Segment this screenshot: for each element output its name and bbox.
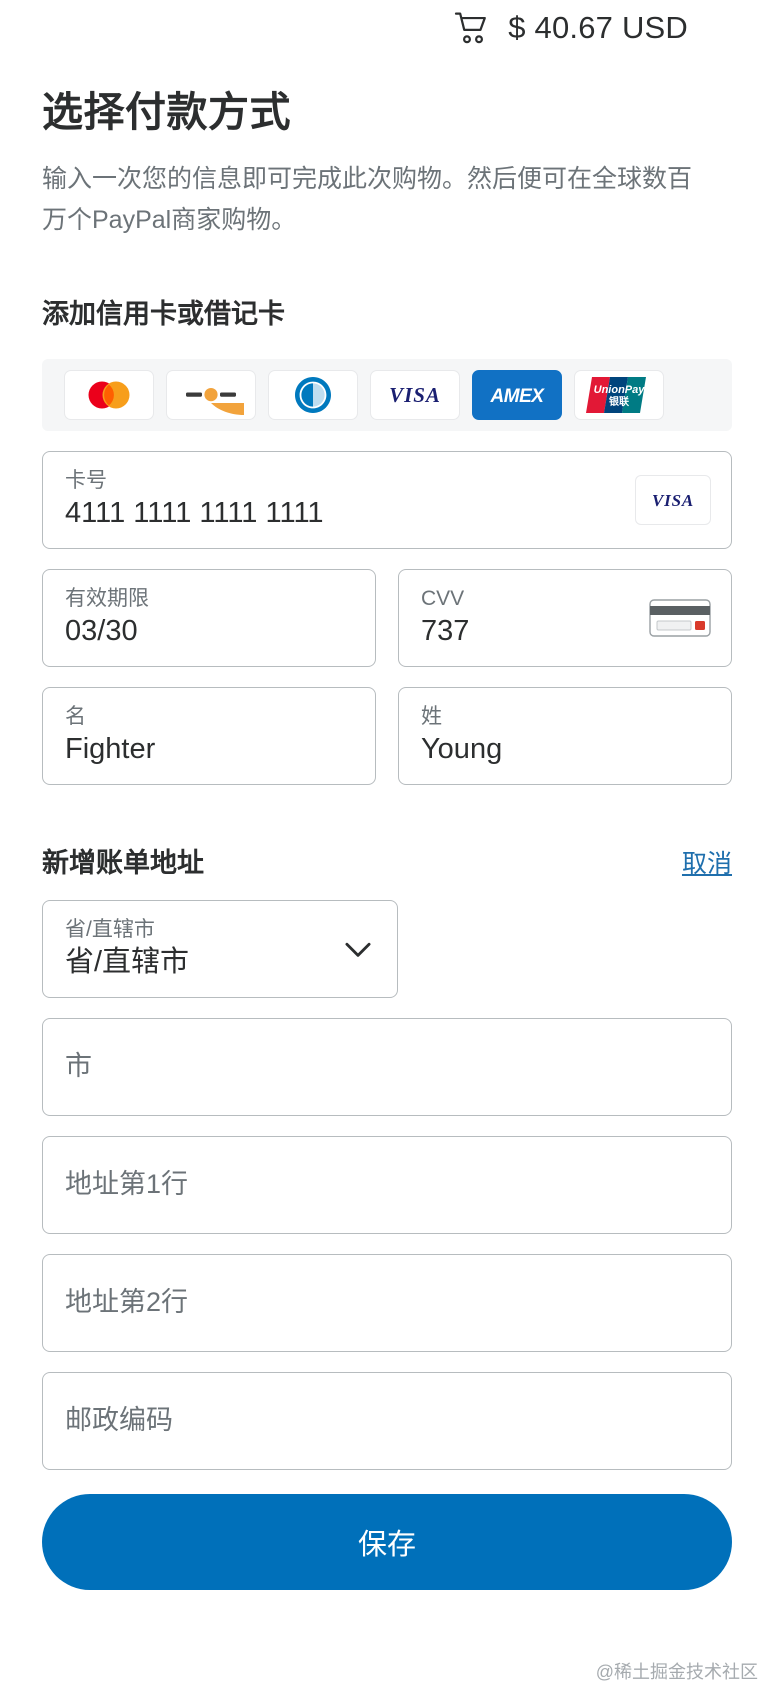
cart-amount: $ 40.67 USD xyxy=(508,10,688,45)
postal-code-field[interactable]: 邮政编码 xyxy=(42,1371,732,1470)
card-number-field[interactable]: 卡号 4111 1111 1111 1111 VISA xyxy=(42,450,732,549)
city-field[interactable]: 市 xyxy=(42,1017,732,1116)
card-number-label: 卡号 xyxy=(65,469,107,493)
cart-summary-bar: $ 40.67 USD xyxy=(0,0,774,60)
chevron-down-icon[interactable] xyxy=(339,930,377,968)
svg-text:VISA: VISA xyxy=(652,491,694,510)
diners-club-logo xyxy=(268,369,358,420)
address-line1-placeholder: 地址第1行 xyxy=(65,1168,189,1199)
expiry-date-field[interactable]: 有效期限 03/30 xyxy=(42,568,376,667)
svg-text:UnionPay: UnionPay xyxy=(594,384,646,396)
first-name-label: 名 xyxy=(65,705,86,729)
mastercard-logo xyxy=(64,369,154,420)
card-number-value: 4111 1111 1111 1111 xyxy=(65,497,324,530)
state-province-dropdown[interactable]: 省/直辖市 省/直辖市 xyxy=(42,899,398,998)
state-province-label: 省/直辖市 xyxy=(65,918,155,942)
section-heading-add-card: 添加信用卡或借记卡 xyxy=(42,298,285,329)
page-title: 选择付款方式 xyxy=(42,89,291,135)
last-name-label: 姓 xyxy=(421,705,442,729)
postal-code-placeholder: 邮政编码 xyxy=(65,1404,173,1435)
billing-address-header: 新增账单地址 取消 xyxy=(42,841,732,880)
visa-logo: VISA xyxy=(635,474,711,525)
expiry-date-value: 03/30 xyxy=(65,615,138,648)
city-placeholder: 市 xyxy=(65,1050,92,1081)
cvv-field[interactable]: CVV 737 xyxy=(398,568,732,667)
save-button[interactable]: 保存 xyxy=(42,1493,732,1590)
address-line1-field[interactable]: 地址第1行 xyxy=(42,1135,732,1234)
cancel-link[interactable]: 取消 xyxy=(682,844,732,880)
cvv-card-icon xyxy=(649,597,711,639)
address-line2-placeholder: 地址第2行 xyxy=(65,1286,189,1317)
expiry-date-label: 有效期限 xyxy=(65,587,149,611)
discover-logo xyxy=(166,369,256,420)
svg-text:AMEX: AMEX xyxy=(490,386,546,407)
first-name-field[interactable]: 名 Fighter xyxy=(42,686,376,785)
last-name-value: Young xyxy=(421,733,503,766)
billing-address-title: 新增账单地址 xyxy=(42,847,204,878)
site-watermark: @稀土掘金技术社区 xyxy=(595,1662,758,1682)
accepted-card-brands: VISA AMEX UnionPay 银联 xyxy=(42,358,732,431)
checkout-page: $ 40.67 USD 选择付款方式 输入一次您的信息即可完成此次购物。然后便可… xyxy=(0,0,774,1694)
address-line2-field[interactable]: 地址第2行 xyxy=(42,1253,732,1352)
shopping-cart-icon[interactable] xyxy=(454,11,492,45)
expiry-cvv-row: 有效期限 03/30 CVV 737 xyxy=(42,549,732,667)
card-number-brand-adornment: VISA xyxy=(635,474,711,525)
last-name-field[interactable]: 姓 Young xyxy=(398,686,732,785)
unionpay-logo: UnionPay 银联 xyxy=(574,369,664,420)
svg-text:VISA: VISA xyxy=(389,383,441,407)
amex-logo: AMEX xyxy=(472,369,562,420)
page-subtitle: 输入一次您的信息即可完成此次购物。然后便可在全球数百万个PayPal商家购物。 xyxy=(42,165,693,235)
state-province-value: 省/直辖市 xyxy=(65,946,190,979)
first-name-value: Fighter xyxy=(65,733,156,766)
svg-text:银联: 银联 xyxy=(609,395,629,408)
visa-logo: VISA xyxy=(370,369,460,420)
cardholder-name-row: 名 Fighter 姓 Young xyxy=(42,667,732,785)
